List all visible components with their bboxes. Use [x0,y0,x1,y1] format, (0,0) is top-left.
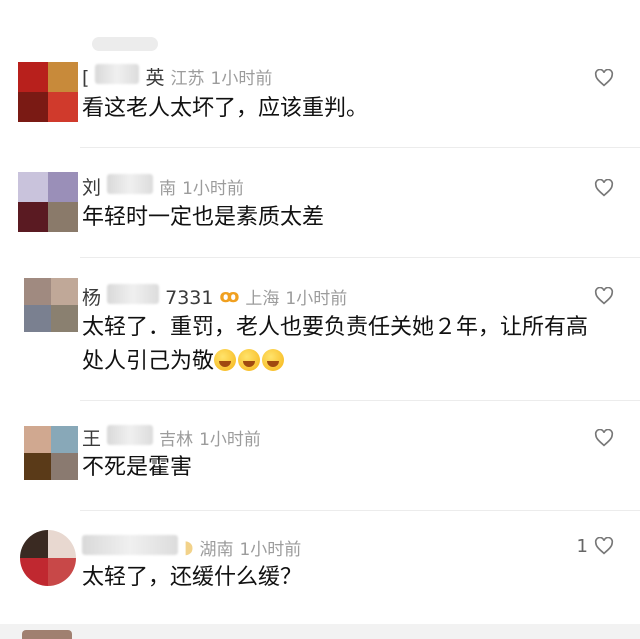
avatar-tile [20,558,48,586]
avatar-tile [20,530,48,558]
like-button[interactable] [592,286,614,306]
comment-text: 年轻时一定也是素质太差 [82,205,325,230]
avatar-tile [18,172,48,202]
username[interactable] [82,534,178,560]
comment-text-content: 太轻了．重罚，老人也要负责任关她２年，让所有高处人引己为敬 [82,315,589,374]
avatar-tile [51,278,78,305]
avatar-tile [48,558,76,586]
heart-outline-icon [594,179,614,197]
divider [80,400,640,401]
username-start: 杨 [82,286,102,309]
top-strip [0,0,640,40]
avatar-tile [24,453,51,480]
avatar-tile [24,305,51,332]
laughing-crying-emoji [238,349,261,371]
divider [80,510,640,511]
comment-text: 不死是霍害 [82,455,193,480]
timestamp: 1小时前 [285,288,348,309]
heart-outline-icon [594,537,614,555]
timestamp: 1小时前 [199,429,261,450]
username[interactable]: [ 英 [82,63,165,90]
vip-badge-icon: ◗ [184,536,194,558]
avatar[interactable] [18,172,78,232]
comment-meta: ◗ 湖南 1小时前 [82,534,301,560]
timestamp: 1小时前 [182,178,244,199]
location: 上海 [245,288,280,309]
username[interactable]: 杨 7331 [82,283,213,310]
like-button[interactable] [592,178,614,198]
vip-badge-icon: ꝏ [219,285,240,307]
username-end: 7331 [165,286,214,309]
username[interactable]: 刘 南 [82,173,176,200]
blurred-name [82,534,178,555]
like-button[interactable] [592,428,614,448]
like-button[interactable]: 1 [566,535,614,557]
blurred-name [107,283,160,304]
laughing-crying-emoji [214,349,237,371]
username-start: [ [82,66,90,89]
heart-outline-icon [594,287,614,305]
comment-meta: 杨 7331 ꝏ 上海 1小时前 [82,283,347,309]
comment-text: 太轻了．重罚，老人也要负责任关她２年，让所有高处人引己为敬 [82,311,604,379]
heart-outline-icon [594,69,614,87]
avatar[interactable] [24,278,78,332]
bottom-section [0,624,640,639]
avatar-tile [24,278,51,305]
divider [80,147,640,148]
username-start: 刘 [82,176,102,199]
laughing-crying-emoji [262,349,285,371]
blurred-name [107,424,154,445]
blurred-name [107,173,154,194]
avatar-tile [18,92,48,122]
avatar-tile [18,62,48,92]
blurred-name [95,63,140,84]
location: 湖南 [199,539,234,560]
avatar [22,630,72,639]
avatar[interactable] [20,530,76,586]
like-count: 1 [576,535,588,557]
avatar-tile [48,92,78,122]
comment-meta: 王 吉林 1小时前 [82,424,261,450]
comment-meta: [ 英 江苏 1小时前 [82,63,272,89]
avatar-tile [48,202,78,232]
avatar-tile [51,305,78,332]
avatar-tile [51,453,78,480]
avatar[interactable] [18,62,78,122]
avatar-tile [51,426,78,453]
timestamp: 1小时前 [239,539,302,560]
divider [80,257,640,258]
comment-text: 看这老人太坏了，应该重判。 [82,96,369,121]
avatar-tile [24,426,51,453]
like-button[interactable] [592,68,614,88]
avatar[interactable] [24,426,78,480]
heart-outline-icon [594,429,614,447]
comment-meta: 刘 南 1小时前 [82,173,244,199]
avatar-tile [18,202,48,232]
comment-text: 太轻了，还缓什么缓？ [82,565,303,590]
username-end: 吉林 [159,429,194,450]
username[interactable]: 王 吉林 [82,424,193,451]
location: 江苏 [170,68,205,89]
username-end: 英 [145,66,165,89]
top-pill [92,37,158,51]
timestamp: 1小时前 [210,68,273,89]
username-end: 南 [159,178,177,199]
avatar-tile [48,530,76,558]
avatar-tile [48,62,78,92]
avatar-tile [48,172,78,202]
username-start: 王 [82,427,102,450]
